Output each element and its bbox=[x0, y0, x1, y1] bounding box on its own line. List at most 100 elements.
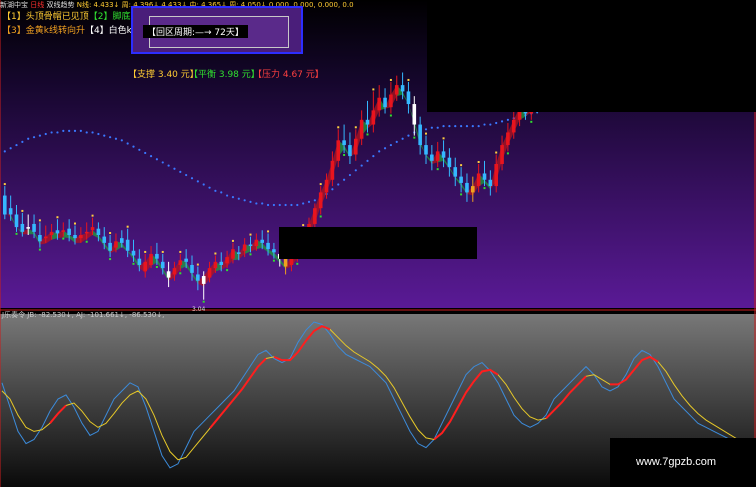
candle-body bbox=[108, 242, 112, 251]
candle-body bbox=[435, 151, 440, 161]
candle-body bbox=[494, 164, 498, 187]
trend-dot bbox=[483, 123, 486, 126]
candle-body bbox=[96, 228, 101, 235]
legend-item-1: 【1】头顶骨帽已见顶 bbox=[2, 12, 89, 22]
low-price-label: 3.04 bbox=[192, 306, 206, 313]
watermark-text: www.7gpzb.com bbox=[636, 456, 717, 468]
candle-body bbox=[166, 271, 171, 278]
candle-body bbox=[313, 208, 317, 224]
trend-dot bbox=[38, 134, 42, 137]
candle-body bbox=[441, 151, 446, 158]
balance-level: 【平衡 3.98 元】 bbox=[189, 70, 260, 80]
trend-dot bbox=[389, 143, 392, 147]
candle-body bbox=[447, 157, 452, 168]
trend-dot bbox=[337, 183, 340, 186]
trend-dot bbox=[21, 140, 24, 144]
cap-marker bbox=[319, 183, 322, 186]
cap-marker bbox=[126, 225, 129, 228]
candle-body bbox=[254, 239, 259, 247]
trend-dot bbox=[167, 164, 170, 167]
trend-dot bbox=[454, 125, 457, 128]
candle-body bbox=[453, 167, 458, 177]
candle-body bbox=[184, 258, 188, 262]
trend-dot bbox=[395, 140, 398, 144]
trend-dot bbox=[372, 155, 375, 158]
trend-dot bbox=[9, 147, 12, 150]
candle-body bbox=[61, 230, 66, 232]
cap-marker bbox=[38, 219, 41, 222]
candle-body bbox=[365, 119, 370, 125]
cap-marker bbox=[249, 233, 252, 236]
candle-body bbox=[266, 242, 270, 250]
trend-dot bbox=[144, 151, 147, 155]
candle-body bbox=[283, 258, 288, 267]
candle-body bbox=[430, 154, 434, 161]
cap-marker bbox=[267, 230, 270, 233]
trend-dot bbox=[313, 199, 316, 202]
trend-dot bbox=[138, 148, 141, 151]
candle-body bbox=[160, 261, 165, 269]
trend-dot bbox=[15, 143, 18, 147]
trend-dot bbox=[495, 121, 498, 125]
candle-body bbox=[237, 252, 241, 254]
candle-body bbox=[482, 173, 487, 180]
candle-body bbox=[14, 214, 19, 228]
candle-body bbox=[377, 97, 381, 111]
candle-body bbox=[20, 223, 25, 232]
candle-body bbox=[26, 227, 30, 229]
pressure-level: 【压力 4.67 元】 bbox=[253, 70, 324, 80]
trend-dot bbox=[85, 131, 88, 134]
trend-dot bbox=[471, 125, 474, 128]
candle-body bbox=[114, 241, 118, 248]
trend-dot bbox=[214, 189, 217, 192]
trend-dot bbox=[27, 137, 30, 140]
trend-dot bbox=[132, 145, 135, 148]
candle-body bbox=[272, 249, 276, 253]
trend-dot bbox=[220, 191, 223, 194]
indicator-header: J乐奏令 JB: -82.530↓, AJ: -101.661↓, -86.53… bbox=[2, 311, 165, 319]
stock-name: 新湖中宝 bbox=[0, 1, 28, 9]
boot-marker bbox=[483, 187, 486, 190]
boot-marker bbox=[109, 258, 112, 261]
candle-body bbox=[155, 253, 159, 259]
boot-marker bbox=[62, 237, 65, 240]
cap-marker bbox=[460, 164, 463, 167]
trend-dot bbox=[91, 131, 94, 134]
candle-body bbox=[400, 85, 405, 92]
boot-marker bbox=[15, 232, 18, 235]
candle-body bbox=[389, 94, 393, 108]
cap-marker bbox=[231, 239, 234, 242]
cap-marker bbox=[389, 78, 392, 81]
trend-dot bbox=[302, 202, 305, 205]
candle-body bbox=[260, 239, 264, 243]
boot-marker bbox=[343, 153, 346, 156]
candle-body bbox=[8, 208, 13, 215]
trend-dot bbox=[255, 202, 258, 205]
black-overlay-middle bbox=[279, 227, 477, 259]
candle-body bbox=[219, 261, 224, 265]
cap-marker bbox=[56, 216, 59, 219]
candle-body bbox=[196, 274, 200, 281]
cap-marker bbox=[495, 151, 498, 154]
candle-body bbox=[500, 145, 504, 164]
trend-dot bbox=[243, 199, 246, 202]
boot-marker bbox=[436, 168, 439, 171]
candle-body bbox=[55, 230, 60, 234]
trend-dot bbox=[3, 150, 6, 153]
candle-body bbox=[476, 173, 481, 187]
candle-body bbox=[84, 231, 89, 234]
boot-marker bbox=[249, 253, 252, 256]
candle-body bbox=[318, 192, 323, 209]
trend-dot bbox=[290, 203, 293, 207]
trend-dot bbox=[179, 170, 182, 173]
boot-marker bbox=[413, 136, 416, 139]
candle-body bbox=[32, 223, 36, 232]
trend-dot bbox=[436, 126, 439, 129]
cap-marker bbox=[109, 232, 112, 234]
trend-dot bbox=[161, 161, 164, 164]
trend-dot bbox=[190, 177, 194, 180]
trend-dot bbox=[266, 203, 270, 207]
cycle-text: 【回区周期:—→ 72天】 bbox=[143, 25, 248, 38]
period-label: 日线 bbox=[30, 1, 45, 9]
candle-body bbox=[383, 97, 387, 108]
